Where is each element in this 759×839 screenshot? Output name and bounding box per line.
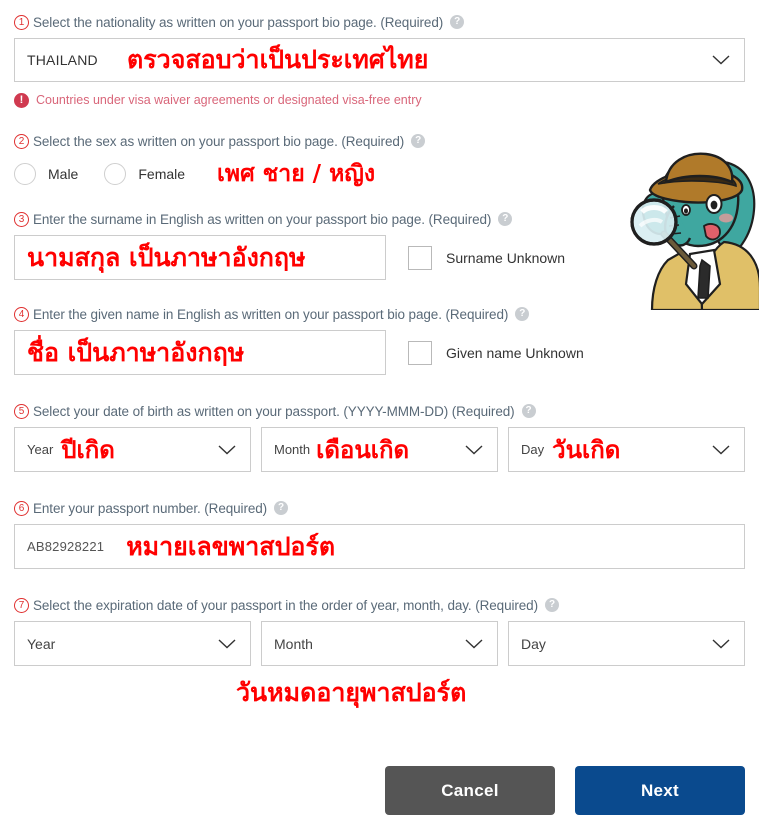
birth-day-annotation: วันเกิด bbox=[552, 436, 621, 464]
nationality-annotation: ตรวจสอบว่าเป็นประเทศไทย bbox=[127, 45, 429, 74]
question-4-header: 4 Enter the given name in English as wri… bbox=[14, 304, 745, 324]
surname-unknown-label[interactable]: Surname Unknown bbox=[446, 250, 565, 266]
question-2-header: 2 Select the sex as written on your pass… bbox=[14, 131, 745, 151]
help-icon[interactable]: ? bbox=[411, 134, 426, 148]
radio-male-label[interactable]: Male bbox=[48, 166, 78, 182]
surname-row: นามสกุล เป็นภาษาอังกฤษ Surname Unknown bbox=[14, 235, 745, 280]
warning-icon: ! bbox=[14, 92, 29, 108]
expiration-annotation: วันหมดอายุพาสปอร์ต bbox=[236, 678, 467, 707]
surname-unknown-checkbox[interactable] bbox=[408, 245, 432, 270]
question-2-label: Select the sex as written on your passpo… bbox=[33, 133, 405, 149]
help-icon[interactable]: ? bbox=[498, 212, 513, 226]
birth-month-label: Month bbox=[274, 442, 311, 457]
expiration-year-select[interactable]: Year bbox=[14, 621, 251, 666]
given-name-unknown-checkbox[interactable] bbox=[408, 340, 432, 365]
given-name-annotation: ชื่อ เป็นภาษาอังกฤษ bbox=[27, 337, 245, 367]
question-number-1: 1 bbox=[14, 14, 29, 30]
help-icon[interactable]: ? bbox=[545, 598, 559, 612]
next-button[interactable]: Next bbox=[575, 766, 745, 815]
question-3-header: 3 Enter the surname in English as writte… bbox=[14, 209, 745, 229]
radio-female-label[interactable]: Female bbox=[138, 166, 185, 182]
chevron-down-icon bbox=[218, 444, 236, 455]
question-4-label: Enter the given name in English as writt… bbox=[33, 306, 509, 322]
birth-day-label: Day bbox=[521, 442, 545, 457]
passport-entry-form: 1 Select the nationality as written on y… bbox=[0, 0, 759, 839]
birth-date-row: Year ปีเกิด Month เดือนเกิด Day วันเกิด bbox=[14, 427, 745, 472]
help-icon[interactable]: ? bbox=[274, 501, 289, 515]
question-1-label: Select the nationality as written on you… bbox=[33, 14, 444, 30]
birth-year-label: Year bbox=[27, 442, 54, 457]
passport-number-input[interactable]: AB82928221 หมายเลขพาสปอร์ต bbox=[14, 524, 745, 569]
chevron-down-icon bbox=[712, 55, 730, 65]
question-5-header: 5 Select your date of birth as written o… bbox=[14, 401, 745, 421]
chevron-down-icon bbox=[712, 444, 730, 455]
birth-year-annotation: ปีเกิด bbox=[61, 436, 115, 464]
question-1-header: 1 Select the nationality as written on y… bbox=[14, 12, 745, 32]
question-number-7: 7 bbox=[14, 597, 29, 613]
question-number-3: 3 bbox=[14, 211, 29, 227]
nationality-warning-text: Countries under visa waiver agreements o… bbox=[36, 93, 422, 107]
expiration-day-select[interactable]: Day bbox=[508, 621, 745, 666]
birth-day-select[interactable]: Day วันเกิด bbox=[508, 427, 745, 472]
question-7-header: 7 Select the expiration date of your pas… bbox=[14, 595, 745, 615]
nationality-select[interactable]: THAILAND ตรวจสอบว่าเป็นประเทศไทย bbox=[14, 38, 745, 82]
birth-month-select[interactable]: Month เดือนเกิด bbox=[261, 427, 498, 472]
radio-female[interactable] bbox=[104, 163, 127, 185]
given-name-unknown-label[interactable]: Given name Unknown bbox=[446, 345, 584, 361]
surname-annotation: นามสกุล เป็นภาษาอังกฤษ bbox=[27, 242, 306, 272]
birth-month-annotation: เดือนเกิด bbox=[316, 436, 410, 464]
expiration-day-label: Day bbox=[521, 635, 546, 652]
nationality-value: THAILAND bbox=[27, 52, 98, 68]
sex-annotation: เพศ ชาย / หญิง bbox=[217, 161, 376, 187]
chevron-down-icon bbox=[218, 638, 236, 649]
question-7-label: Select the expiration date of your passp… bbox=[33, 597, 538, 613]
help-icon[interactable]: ? bbox=[450, 15, 465, 29]
form-actions: Cancel Next bbox=[14, 766, 745, 815]
question-number-4: 4 bbox=[14, 306, 29, 322]
expiration-month-label: Month bbox=[274, 635, 313, 652]
help-icon[interactable]: ? bbox=[521, 404, 536, 418]
passport-number-annotation: หมายเลขพาสปอร์ต bbox=[126, 531, 336, 561]
question-number-6: 6 bbox=[14, 500, 29, 516]
surname-input[interactable]: นามสกุล เป็นภาษาอังกฤษ bbox=[14, 235, 386, 280]
question-5-label: Select your date of birth as written on … bbox=[33, 403, 515, 419]
expiration-month-select[interactable]: Month bbox=[261, 621, 498, 666]
sex-radio-group: Male Female เพศ ชาย / หญิง bbox=[14, 157, 745, 191]
question-6-header: 6 Enter your passport number. (Required)… bbox=[14, 498, 745, 518]
question-number-5: 5 bbox=[14, 403, 29, 419]
radio-male[interactable] bbox=[14, 163, 36, 185]
question-6-label: Enter your passport number. (Required) bbox=[33, 500, 268, 516]
expiration-year-label: Year bbox=[27, 635, 56, 652]
chevron-down-icon bbox=[465, 638, 483, 649]
nationality-warning: ! Countries under visa waiver agreements… bbox=[14, 91, 745, 109]
chevron-down-icon bbox=[712, 638, 730, 649]
passport-number-value: AB82928221 bbox=[27, 539, 105, 554]
chevron-down-icon bbox=[465, 444, 483, 455]
expiration-date-row: Year Month Day bbox=[14, 621, 745, 666]
help-icon[interactable]: ? bbox=[515, 307, 530, 321]
question-3-label: Enter the surname in English as written … bbox=[33, 211, 492, 227]
birth-year-select[interactable]: Year ปีเกิด bbox=[14, 427, 251, 472]
given-name-input[interactable]: ชื่อ เป็นภาษาอังกฤษ bbox=[14, 330, 386, 375]
question-number-2: 2 bbox=[14, 133, 29, 149]
cancel-button[interactable]: Cancel bbox=[385, 766, 555, 815]
given-name-row: ชื่อ เป็นภาษาอังกฤษ Given name Unknown bbox=[14, 330, 745, 375]
